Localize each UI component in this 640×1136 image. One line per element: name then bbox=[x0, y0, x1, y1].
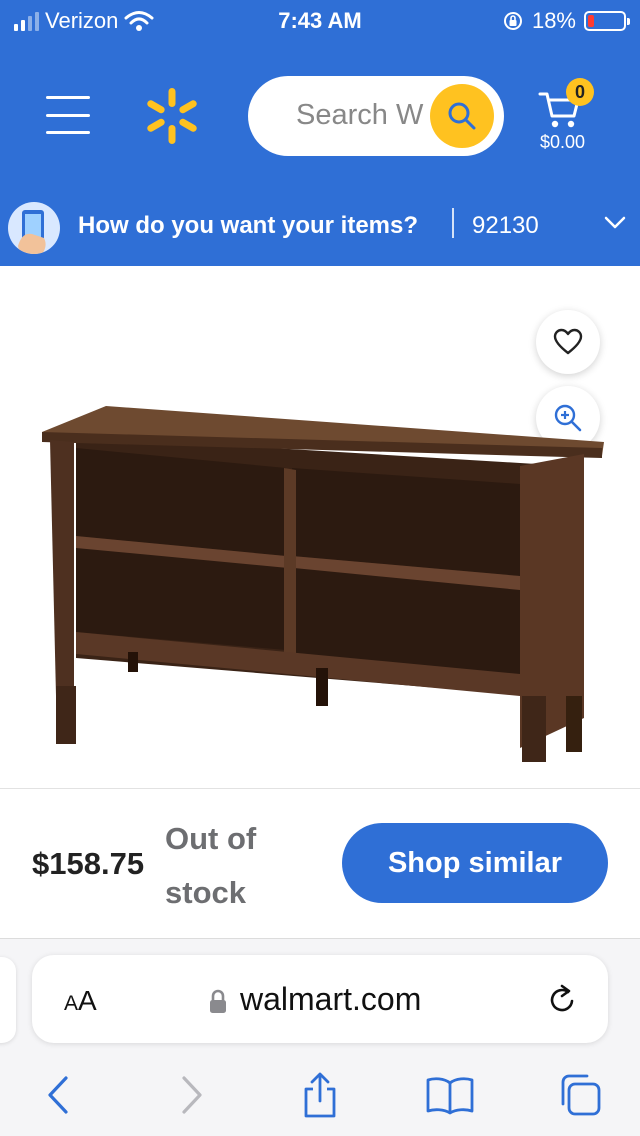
search-placeholder: Search W bbox=[296, 99, 424, 131]
back-button[interactable] bbox=[32, 1069, 84, 1121]
delivery-zip: 92130 bbox=[472, 212, 539, 239]
delivery-question: How do you want your items? bbox=[78, 212, 419, 239]
battery-icon bbox=[584, 11, 630, 31]
chevron-right-icon bbox=[182, 1076, 202, 1114]
status-right: 18% bbox=[502, 8, 630, 34]
lock-icon bbox=[210, 989, 226, 1013]
share-button[interactable] bbox=[294, 1069, 346, 1121]
stock-status-line2: stock bbox=[165, 875, 246, 910]
share-icon bbox=[304, 1072, 336, 1118]
chevron-left-icon bbox=[48, 1076, 68, 1114]
shop-similar-button[interactable]: Shop similar bbox=[342, 823, 608, 903]
orientation-lock-icon bbox=[503, 12, 522, 30]
previous-tab-edge[interactable] bbox=[0, 957, 16, 1043]
stock-status-line1: Out of bbox=[165, 821, 257, 856]
address-bar[interactable]: AA walmart.com bbox=[32, 955, 608, 1043]
tabs-button[interactable] bbox=[554, 1069, 606, 1121]
menu-icon[interactable] bbox=[46, 96, 90, 134]
cart-total: $0.00 bbox=[540, 132, 586, 152]
reader-options-button[interactable]: AA bbox=[64, 985, 97, 1017]
product-image-tv-stand[interactable] bbox=[36, 396, 610, 776]
heart-icon bbox=[553, 328, 583, 355]
cart-count-badge: 0 bbox=[566, 78, 594, 106]
product-image-area bbox=[0, 266, 640, 788]
aa-large: A bbox=[78, 985, 97, 1016]
browser-toolbar: AA walmart.com bbox=[0, 938, 640, 1136]
chevron-down-icon bbox=[604, 216, 626, 229]
favorite-button[interactable] bbox=[536, 310, 600, 374]
search-icon bbox=[448, 102, 476, 130]
forward-button[interactable] bbox=[166, 1069, 218, 1121]
browser-nav-bar bbox=[0, 1063, 640, 1123]
stock-status: Out of stock bbox=[165, 812, 305, 920]
reload-icon[interactable] bbox=[546, 983, 578, 1017]
search-button[interactable] bbox=[430, 84, 494, 148]
search-input[interactable]: Search W bbox=[248, 76, 504, 156]
delivery-selector[interactable]: How do you want your items? 92130 bbox=[0, 194, 640, 266]
status-bar: Verizon 7:43 AM 18% bbox=[0, 0, 640, 44]
delivery-divider bbox=[452, 208, 454, 238]
walmart-spark-icon[interactable] bbox=[146, 88, 198, 144]
aa-small: A bbox=[64, 992, 79, 1015]
page: Verizon 7:43 AM 18% Search W 0 $0.00 How… bbox=[0, 0, 640, 1136]
product-price: $158.75 bbox=[32, 846, 145, 881]
battery-percent: 18% bbox=[531, 8, 576, 33]
site-header: Search W 0 $0.00 bbox=[0, 44, 640, 194]
book-icon bbox=[426, 1077, 474, 1115]
phone-hand-icon bbox=[8, 202, 60, 254]
bookmarks-button[interactable] bbox=[424, 1069, 476, 1121]
tabs-icon bbox=[561, 1074, 601, 1116]
battery-level bbox=[588, 15, 595, 27]
divider bbox=[0, 788, 640, 789]
cart-button[interactable]: 0 $0.00 bbox=[536, 78, 596, 158]
url-text: walmart.com bbox=[240, 981, 422, 1017]
